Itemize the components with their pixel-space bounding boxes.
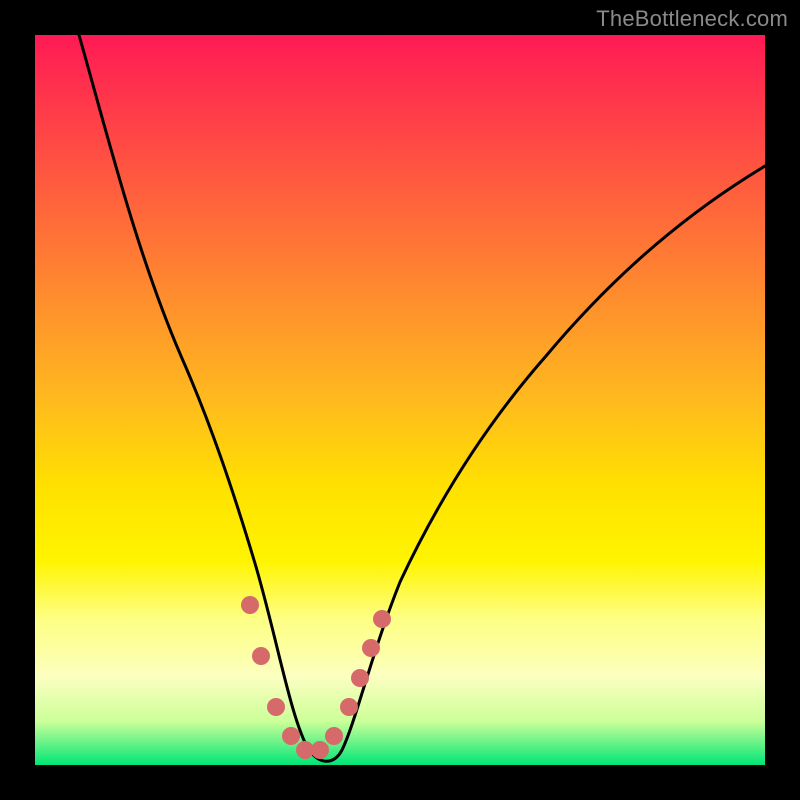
marker-dot [362, 639, 380, 657]
marker-dot [311, 741, 329, 759]
watermark-text: TheBottleneck.com [596, 6, 788, 32]
marker-dot [282, 727, 300, 745]
marker-dot [241, 596, 259, 614]
marker-cluster [241, 596, 391, 759]
curve-svg [35, 35, 765, 765]
marker-dot [351, 669, 369, 687]
bottleneck-curve-path [79, 35, 765, 761]
plot-area [35, 35, 765, 765]
marker-dot [325, 727, 343, 745]
chart-frame: TheBottleneck.com [0, 0, 800, 800]
marker-dot [373, 610, 391, 628]
marker-dot [252, 647, 270, 665]
marker-dot [267, 698, 285, 716]
marker-dot [340, 698, 358, 716]
